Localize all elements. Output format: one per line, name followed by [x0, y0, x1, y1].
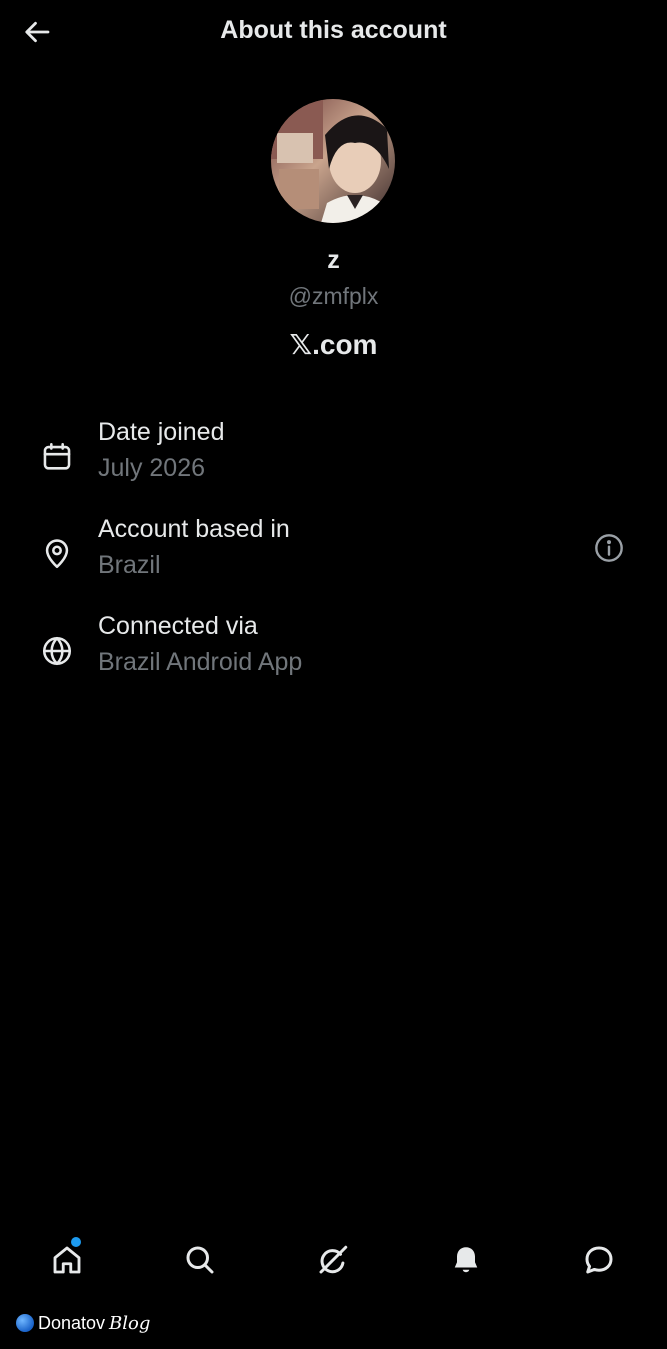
display-name: z	[327, 246, 340, 274]
info-icon	[595, 534, 623, 562]
watermark-name: Donatov	[38, 1312, 106, 1333]
detail-label: Account based in	[98, 515, 290, 543]
detail-value: Brazil	[98, 551, 161, 579]
globe-icon	[38, 632, 76, 670]
detail-connected-via: Connected via Brazil Android App	[0, 612, 667, 692]
home-icon	[53, 1246, 81, 1274]
avatar[interactable]	[271, 99, 395, 223]
top-bar: About this account	[0, 0, 667, 62]
username-handle: @zmfplx	[288, 283, 379, 309]
nav-grok[interactable]	[307, 1234, 359, 1286]
home-notification-dot	[71, 1237, 81, 1247]
nav-search[interactable]	[174, 1234, 226, 1286]
watermark-logo-icon	[16, 1314, 34, 1332]
watermark-suffix: Blog	[109, 1312, 151, 1334]
detail-value: July 2026	[98, 454, 206, 482]
nav-notifications[interactable]	[440, 1234, 492, 1286]
detail-account-based-in: Account based in Brazil	[0, 515, 667, 595]
avatar-image	[271, 99, 395, 223]
nav-messages[interactable]	[573, 1234, 625, 1286]
detail-date-joined: Date joined July 2026	[0, 418, 667, 498]
info-button[interactable]	[590, 529, 628, 567]
messages-icon	[585, 1246, 613, 1274]
location-pin-icon	[38, 535, 76, 573]
notifications-icon	[454, 1247, 478, 1273]
grok-icon	[319, 1245, 348, 1274]
detail-label: Connected via	[98, 612, 258, 640]
watermark: Donatov Blog	[16, 1310, 150, 1336]
detail-label: Date joined	[98, 418, 225, 446]
nav-home[interactable]	[41, 1234, 93, 1286]
calendar-icon	[38, 438, 76, 476]
search-icon	[186, 1246, 214, 1274]
about-account-screen: About this account z @zmfplx 𝕏.com Date …	[0, 0, 667, 1349]
domain-label: 𝕏.com	[289, 329, 378, 360]
page-title: About this account	[220, 16, 447, 44]
detail-value: Brazil Android App	[98, 648, 303, 676]
bottom-navigation	[0, 1226, 667, 1292]
